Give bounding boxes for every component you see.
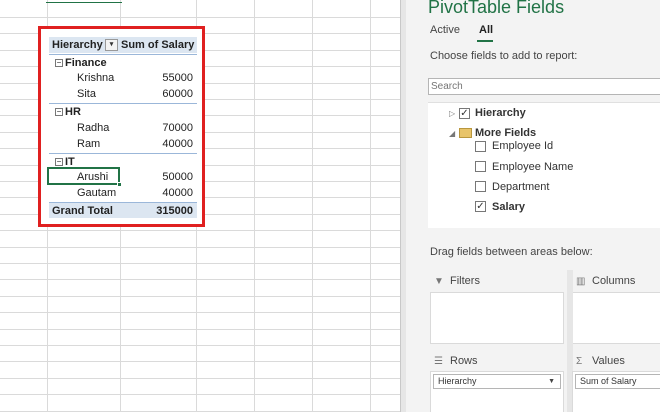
pivot-row[interactable]: Gautam 40000: [49, 185, 197, 201]
field-checkbox[interactable]: [475, 181, 486, 192]
row-value: 55000: [162, 72, 193, 84]
grid-line: [312, 0, 313, 412]
rows-area-title: Rows: [450, 355, 478, 367]
grid-line: [0, 394, 400, 395]
filter-icon: ▼: [434, 276, 444, 287]
tab-active[interactable]: Active: [430, 24, 460, 36]
rows-icon: ☰: [434, 356, 443, 367]
grid-line: [254, 0, 255, 412]
grid-line: [0, 345, 400, 346]
values-field-pill[interactable]: Sum of Salary: [575, 374, 660, 389]
rows-field-label: Hierarchy: [438, 376, 477, 386]
grid-line: [0, 361, 400, 362]
row-value: 40000: [162, 187, 193, 199]
field-employee-id[interactable]: Employee Id: [492, 140, 553, 152]
active-cell-selection[interactable]: [47, 167, 120, 185]
grid-line: [0, 279, 400, 280]
grid-line: [0, 263, 400, 264]
pane-title: PivotTable Fields: [428, 0, 565, 17]
grid-line: [0, 230, 400, 231]
collapse-icon[interactable]: −: [55, 59, 63, 67]
collapse-triangle-icon[interactable]: ◢: [449, 129, 455, 138]
row-value: 70000: [162, 122, 193, 134]
field-checkbox[interactable]: ✓: [475, 201, 486, 212]
columns-drop-area[interactable]: [572, 292, 660, 344]
row-label: Radha: [77, 122, 110, 134]
field-list[interactable]: ▷ ✓ Hierarchy ◢ More Fields Employee Id …: [428, 102, 660, 228]
row-label: Gautam: [77, 187, 117, 199]
grid-line: [0, 17, 400, 18]
sigma-icon: Σ: [576, 356, 583, 367]
collapse-icon[interactable]: −: [55, 158, 63, 166]
group-row-finance[interactable]: − Finance: [49, 54, 197, 70]
group-label: Finance: [65, 57, 107, 69]
tab-all[interactable]: All: [479, 24, 493, 36]
field-employee-name[interactable]: Employee Name: [492, 161, 573, 173]
choose-fields-label: Choose fields to add to report:: [430, 50, 578, 62]
row-label: Sita: [77, 88, 96, 100]
pivot-row[interactable]: Sita 60000: [49, 86, 197, 102]
selected-column-marker: [46, 0, 122, 3]
field-hierarchy[interactable]: Hierarchy: [475, 107, 526, 119]
grid-line: [0, 329, 400, 330]
grid-line: [0, 312, 400, 313]
row-labels-header[interactable]: Hierarchy: [52, 37, 103, 53]
row-label: Krishna: [77, 72, 115, 84]
search-input[interactable]: [428, 78, 660, 95]
filters-area-title: Filters: [450, 275, 480, 287]
group-label: HR: [65, 106, 81, 118]
field-checkbox[interactable]: [475, 141, 486, 152]
grid-line: [0, 247, 400, 248]
columns-icon: ▥: [576, 276, 586, 287]
grand-total-label: Grand Total: [52, 205, 113, 217]
collapse-icon[interactable]: −: [55, 108, 63, 116]
pivot-row[interactable]: Radha 70000: [49, 120, 197, 136]
pivottable-fields-pane: PivotTable Fields Active All Choose fiel…: [406, 0, 660, 412]
fill-handle[interactable]: [117, 182, 122, 187]
grid-line: [0, 296, 400, 297]
row-value: 50000: [162, 171, 193, 183]
grand-total-value: 315000: [156, 205, 193, 217]
grid-line: [370, 0, 371, 412]
drag-fields-label: Drag fields between areas below:: [430, 246, 593, 258]
values-header[interactable]: Sum of Salary: [121, 37, 194, 53]
filters-drop-area[interactable]: [430, 292, 564, 344]
pivot-row[interactable]: Ram 40000: [49, 136, 197, 152]
grid-line: [0, 378, 400, 379]
row-label: Ram: [77, 138, 101, 150]
row-value: 60000: [162, 88, 193, 100]
grand-total-row[interactable]: Grand Total 315000: [49, 202, 197, 218]
folder-icon: [459, 128, 472, 138]
pivot-header-row: Hierarchy ▾ Sum of Salary: [49, 37, 197, 53]
pivot-row[interactable]: Krishna 55000: [49, 70, 197, 86]
field-department[interactable]: Department: [492, 181, 549, 193]
filter-dropdown-icon[interactable]: ▾: [105, 39, 118, 51]
values-area-title: Values: [592, 355, 625, 367]
chevron-down-icon[interactable]: ▼: [548, 375, 555, 388]
row-value: 40000: [162, 138, 193, 150]
hierarchy-checkbox[interactable]: ✓: [459, 108, 470, 119]
field-salary[interactable]: Salary: [492, 201, 525, 213]
field-checkbox[interactable]: [475, 161, 486, 172]
values-field-label: Sum of Salary: [580, 376, 637, 386]
group-row-hr[interactable]: − HR: [49, 103, 197, 119]
worksheet-grid[interactable]: Hierarchy ▾ Sum of Salary − Finance Kris…: [0, 0, 400, 412]
columns-area-title: Columns: [592, 275, 636, 287]
pivot-table[interactable]: Hierarchy ▾ Sum of Salary − Finance Kris…: [38, 26, 205, 227]
tab-selected-indicator: [477, 40, 493, 42]
expand-triangle-icon[interactable]: ▷: [449, 109, 455, 118]
more-fields-label[interactable]: More Fields: [475, 127, 536, 139]
rows-field-pill[interactable]: Hierarchy ▼: [433, 374, 561, 389]
